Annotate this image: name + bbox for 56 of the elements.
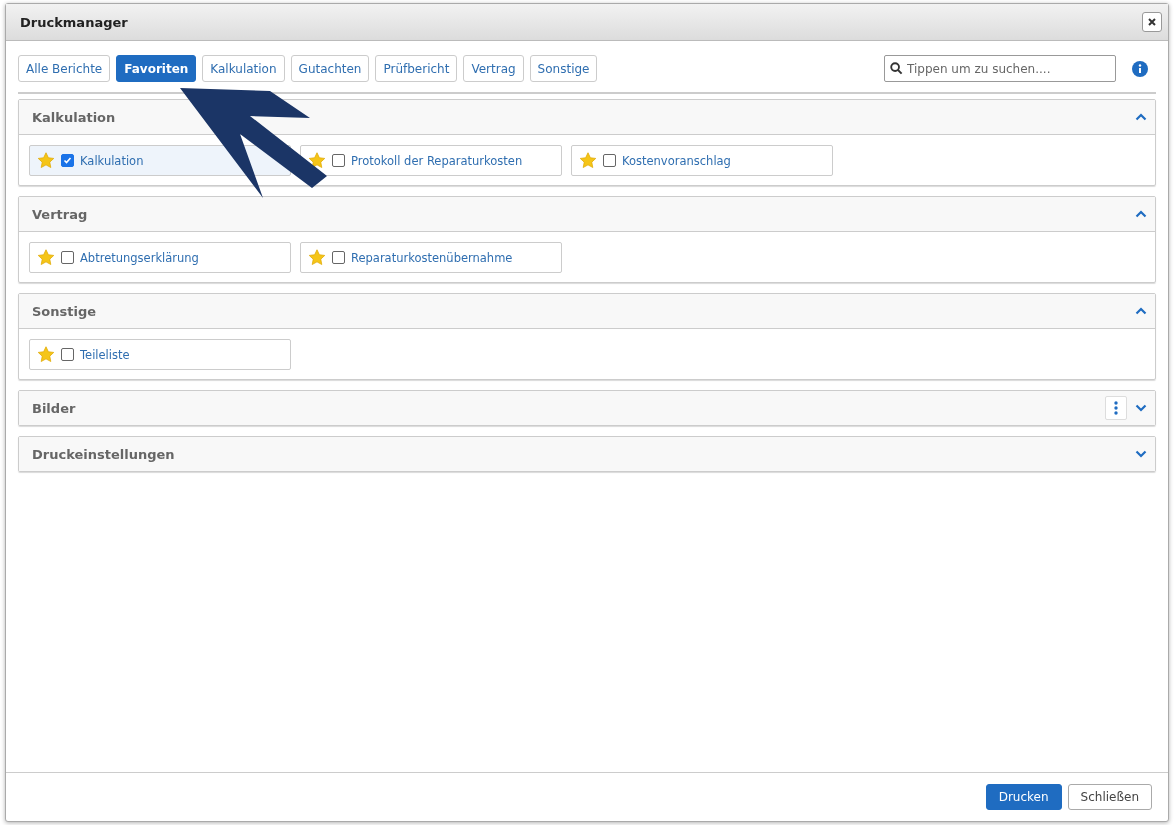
section-header[interactable]: Sonstige <box>19 294 1155 329</box>
star-icon[interactable] <box>37 346 55 363</box>
report-link[interactable]: Protokoll der Reparaturkosten <box>351 153 523 168</box>
filter-tab[interactable]: Kalkulation <box>202 55 285 82</box>
chevron-up-icon[interactable] <box>1135 307 1147 315</box>
chevron-up-icon[interactable] <box>1135 210 1147 218</box>
close-icon <box>1147 17 1157 27</box>
checkbox[interactable] <box>603 154 616 167</box>
info-icon[interactable] <box>1132 60 1148 77</box>
dots-icon <box>1114 401 1118 415</box>
print-button[interactable]: Drucken <box>985 784 1062 810</box>
filter-tab[interactable]: Gutachten <box>290 55 370 82</box>
section-title: Vertrag <box>32 206 89 222</box>
report-item[interactable]: Reparaturkostenübernahme <box>300 242 562 273</box>
report-link[interactable]: Kostenvoranschlag <box>622 153 731 168</box>
filter-tab[interactable]: Alle Berichte <box>18 55 111 82</box>
report-link[interactable]: Teileliste <box>80 347 130 362</box>
more-menu-button[interactable] <box>1105 396 1127 420</box>
close-dialog-button[interactable]: Schließen <box>1067 784 1152 810</box>
checkbox[interactable] <box>61 251 74 264</box>
search-field[interactable]: Tippen um zu suchen.... <box>884 55 1116 82</box>
section-title: Druckeinstellungen <box>32 446 176 462</box>
report-link[interactable]: Reparaturkostenübernahme <box>351 250 513 265</box>
report-link[interactable]: Abtretungserklärung <box>80 250 199 265</box>
section-header[interactable]: Vertrag <box>19 197 1155 232</box>
section-title: Kalkulation <box>32 109 117 125</box>
section-header[interactable]: Kalkulation <box>19 100 1155 135</box>
section-header[interactable]: Bilder <box>19 391 1155 425</box>
chevron-down-icon[interactable] <box>1135 450 1147 458</box>
star-icon[interactable] <box>37 249 55 266</box>
checkbox[interactable] <box>61 154 74 167</box>
section-title: Bilder <box>32 400 77 416</box>
report-item[interactable]: Abtretungserklärung <box>29 242 291 273</box>
checkbox[interactable] <box>332 154 345 167</box>
report-item[interactable]: Kostenvoranschlag <box>571 145 833 176</box>
section-header[interactable]: Druckeinstellungen <box>19 437 1155 471</box>
star-icon[interactable] <box>308 152 326 169</box>
chevron-down-icon[interactable] <box>1135 404 1147 412</box>
chevron-up-icon[interactable] <box>1135 113 1147 121</box>
star-icon[interactable] <box>37 152 55 169</box>
filter-tab[interactable]: Prüfbericht <box>375 55 458 82</box>
section-title: Sonstige <box>32 303 98 319</box>
search-icon <box>890 62 903 75</box>
filter-tab[interactable]: Sonstige <box>529 55 598 82</box>
report-link[interactable]: Kalkulation <box>80 153 144 168</box>
report-item[interactable]: Protokoll der Reparaturkosten <box>300 145 562 176</box>
filter-tab[interactable]: Favoriten <box>116 55 197 82</box>
close-button[interactable] <box>1142 12 1162 32</box>
report-item[interactable]: Teileliste <box>29 339 291 370</box>
filter-tab[interactable]: Vertrag <box>463 55 524 82</box>
checkbox[interactable] <box>61 348 74 361</box>
window-title: Druckmanager <box>20 14 128 30</box>
star-icon[interactable] <box>308 249 326 266</box>
checkbox[interactable] <box>332 251 345 264</box>
checkmark-icon <box>63 156 72 165</box>
star-icon[interactable] <box>579 152 597 169</box>
